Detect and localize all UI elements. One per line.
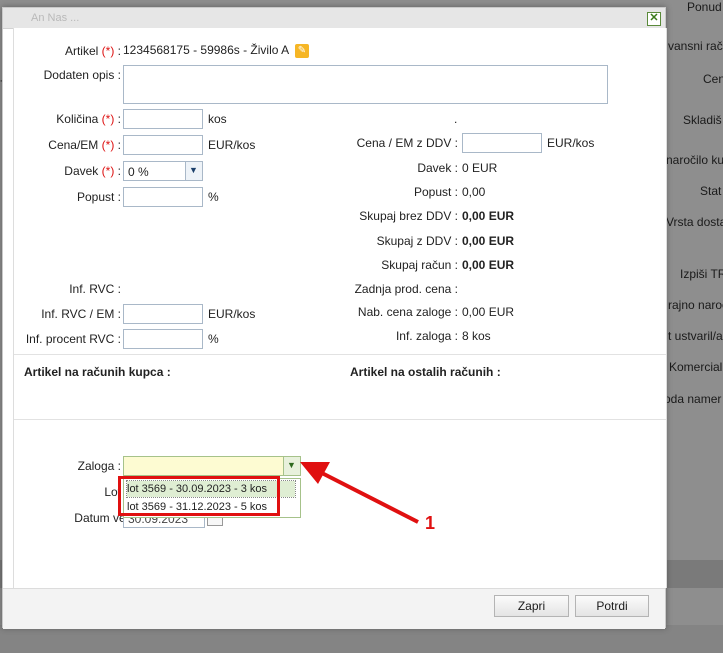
popust-input[interactable] <box>123 187 203 207</box>
kolicina-unit: kos <box>208 112 227 126</box>
inf-rvc-em-label: Inf. RVC / EM : <box>41 307 121 321</box>
bg-label-narocilo: naročilo kup <box>666 153 723 167</box>
popust-label: Popust : <box>76 190 121 204</box>
inf-rvc-em-input[interactable] <box>123 304 203 324</box>
bg-label-racun: vansni rač <box>668 39 723 53</box>
chevron-down-icon[interactable]: ▼ <box>283 457 300 475</box>
bg-label-ponud: Ponud <box>687 0 722 14</box>
bg-label-cena: Cen <box>703 72 723 86</box>
inf-procent-rvc-label: Inf. procent RVC : <box>25 332 121 346</box>
nab-cena-zaloge-value: 0,00 EUR <box>462 305 515 319</box>
skupaj-z-ddv-label: Skupaj z DDV : <box>376 234 458 248</box>
davek-select[interactable]: 0 % ▼ <box>123 161 203 181</box>
artikel-history-section: Artikel na računih kupca : Artikel na os… <box>14 354 666 420</box>
inf-rvc-label: Inf. RVC : <box>69 282 121 296</box>
popust-unit: % <box>208 190 219 204</box>
bg-label-trajno: rajno naroč <box>668 298 723 312</box>
kolicina-label: Količina (*) : <box>56 112 121 126</box>
dialog-title: An Nas ... <box>31 12 80 24</box>
inf-zaloga-value: 8 kos <box>462 329 491 343</box>
inf-procent-rvc-unit: % <box>208 332 219 346</box>
skupaj-brez-ddv-value: 0,00 EUR <box>462 209 515 223</box>
bg-label-status: Stat <box>700 184 722 198</box>
right-popust-label: Popust : <box>413 185 458 199</box>
cena-em-ddv-label: Cena / EM z DDV : <box>356 136 458 150</box>
bg-label-namer: oda namer <box>664 392 722 406</box>
artikel-dialog: An Nas ... ✕ Artikel (*) : 1234568175 - … <box>2 7 667 629</box>
annotation-number: 1 <box>425 513 436 533</box>
artikel-ostalih-heading: Artikel na ostalih računih : <box>350 365 501 379</box>
artikel-value: 1234568175 - 59986s - Živilo A <box>123 43 290 57</box>
zapri-button[interactable]: Zapri <box>494 595 569 617</box>
dodaten-opis-label: Dodaten opis : <box>43 68 121 82</box>
bg-label-ustvaril: t ustvaril/a <box>668 329 723 343</box>
cena-em-unit: EUR/kos <box>208 138 256 152</box>
right-popust-value: 0,00 <box>462 185 486 199</box>
bg-label-dostava: Vrsta dostav <box>666 215 723 229</box>
skupaj-z-ddv-value: 0,00 EUR <box>462 234 515 248</box>
right-davek-value: 0 EUR <box>462 161 498 175</box>
bg-label-izpisi: Izpiši TR <box>680 267 723 281</box>
skupaj-racun-value: 0,00 EUR <box>462 258 515 272</box>
inf-procent-rvc-input[interactable] <box>123 329 203 349</box>
zaloga-label: Zaloga : <box>77 459 121 473</box>
inf-rvc-em-unit: EUR/kos <box>208 307 256 321</box>
zaloga-select[interactable]: ▼ <box>123 456 301 476</box>
close-icon[interactable]: ✕ <box>647 12 661 26</box>
edit-pencil-icon[interactable]: ✎ <box>295 44 309 58</box>
zadnja-prod-cena-label: Zadnja prod. cena : <box>354 282 458 296</box>
cena-em-input[interactable] <box>123 135 203 155</box>
dialog-titlebar: An Nas ... ✕ <box>3 8 665 29</box>
annotation-highlight-box <box>118 476 280 516</box>
background-band-bottom <box>0 625 723 653</box>
kolicina-input[interactable] <box>123 109 203 129</box>
bg-label-komercial: Komercial <box>669 360 723 374</box>
right-column-dot: . <box>454 112 458 126</box>
bg-label-skladisce: Skladiš <box>683 113 722 127</box>
cena-em-ddv-input[interactable] <box>462 133 542 153</box>
dialog-content: Artikel (*) : 1234568175 - 59986s - Živi… <box>13 28 667 588</box>
right-davek-label: Davek : <box>417 161 458 175</box>
chevron-down-icon[interactable]: ▼ <box>185 162 202 180</box>
dodaten-opis-textarea[interactable] <box>123 65 608 104</box>
davek-select-value: 0 % <box>128 165 149 179</box>
inf-zaloga-label: Inf. zaloga : <box>395 329 458 343</box>
nab-cena-zaloge-label: Nab. cena zaloge : <box>357 305 458 319</box>
cena-em-ddv-unit: EUR/kos <box>547 136 595 150</box>
cena-em-label: Cena/EM (*) : <box>48 138 121 152</box>
artikel-kupca-heading: Artikel na računih kupca : <box>24 365 171 379</box>
artikel-label: Artikel (*) : <box>64 44 121 58</box>
skupaj-brez-ddv-label: Skupaj brez DDV : <box>359 209 458 223</box>
davek-label: Davek (*) : <box>64 164 121 178</box>
skupaj-racun-label: Skupaj račun : <box>381 258 458 272</box>
potrdi-button[interactable]: Potrdi <box>575 595 649 617</box>
